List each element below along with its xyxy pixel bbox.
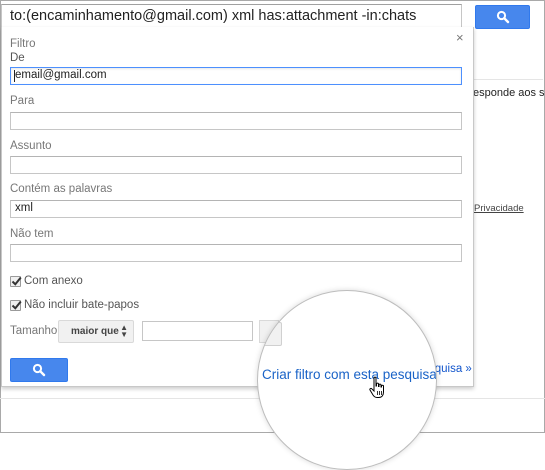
search-submit-button[interactable]	[10, 358, 68, 382]
magnified-unit-select	[260, 322, 282, 346]
filter-title: Filtro	[10, 38, 36, 50]
background-divider	[463, 79, 543, 80]
from-field-value: email@gmail.com	[15, 69, 107, 81]
search-button[interactable]	[475, 5, 530, 29]
search-query-text: to:(encaminhamento@gmail.com) xml has:at…	[10, 8, 417, 24]
doesnt-have-field[interactable]	[10, 244, 462, 262]
magnifier-callout: Criar filtro com esta pesquisa	[257, 290, 437, 470]
search-icon	[32, 363, 46, 377]
has-attachment-checkbox[interactable]	[10, 276, 22, 287]
has-words-field[interactable]: xml	[10, 200, 462, 218]
select-arrows-icon: ▲ ▼	[120, 323, 128, 339]
doesnt-have-label: Não tem	[10, 228, 54, 240]
has-words-label: Contém as palavras	[10, 183, 113, 195]
exclude-chats-label: Não incluir bate-papos	[24, 299, 140, 311]
has-attachment-label: Com anexo	[24, 275, 83, 287]
has-words-field-value: xml	[15, 202, 33, 214]
exclude-chats-checkbox[interactable]	[10, 300, 22, 311]
hand-pointer-icon	[369, 376, 384, 398]
from-field[interactable]: email@gmail.com	[10, 67, 462, 85]
size-label: Tamanho	[10, 325, 58, 337]
to-label: Para	[10, 95, 35, 107]
size-operator-value: maior que	[71, 326, 119, 337]
subject-field[interactable]	[10, 156, 462, 174]
to-field[interactable]	[10, 112, 462, 130]
size-operator-select[interactable]: maior que ▲ ▼	[58, 320, 134, 343]
search-icon	[496, 10, 509, 24]
background-partial-text: esponde aos se	[473, 87, 545, 99]
privacy-link[interactable]: Privacidade	[474, 203, 524, 214]
search-input[interactable]: to:(encaminhamento@gmail.com) xml has:at…	[1, 4, 462, 28]
checkmark-icon	[11, 300, 22, 310]
checkmark-icon	[11, 276, 22, 286]
subject-label: Assunto	[10, 140, 52, 152]
size-value-input[interactable]	[142, 321, 253, 341]
create-filter-link[interactable]: Criar filtro com esta pesquisa	[262, 367, 436, 382]
from-label: De	[10, 52, 25, 64]
close-icon[interactable]: ×	[456, 31, 464, 44]
